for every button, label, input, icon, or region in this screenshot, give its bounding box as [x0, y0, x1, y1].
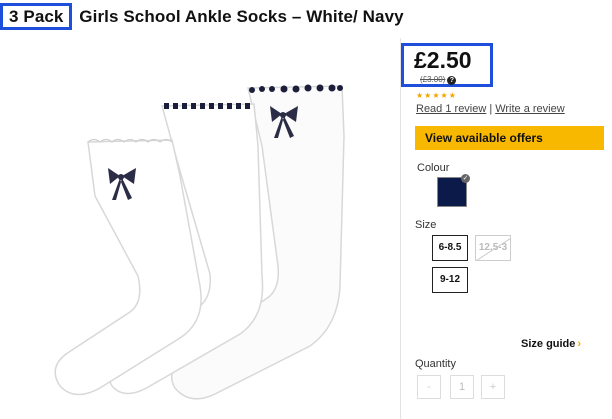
quantity-decrease-button[interactable]: -: [417, 375, 441, 399]
navy-colour-swatch[interactable]: ✓: [437, 174, 470, 207]
was-price: (£3.00)?: [420, 75, 457, 85]
current-price: £2.50: [414, 47, 472, 73]
chevron-right-icon: ›: [577, 338, 582, 350]
size-label: Size: [415, 219, 437, 231]
quantity-input[interactable]: 1: [450, 375, 474, 399]
view-offers-button[interactable]: View available offers: [415, 126, 604, 150]
write-review-link[interactable]: Write a review: [495, 103, 564, 115]
review-links: Read 1 review | Write a review: [416, 103, 565, 115]
was-price-value: (£3.00): [420, 75, 446, 84]
size-option-6-8-5[interactable]: 6-8.5: [432, 235, 468, 261]
pack-label: 3 Pack: [0, 3, 73, 30]
info-icon[interactable]: ?: [447, 76, 457, 85]
quantity-label: Quantity: [415, 358, 456, 370]
size-guide-label: Size guide: [521, 338, 576, 350]
check-icon: ✓: [461, 174, 470, 183]
review-separator: |: [489, 103, 493, 115]
product-title-text: Girls School Ankle Socks – White/ Navy: [74, 7, 404, 26]
size-option-9-12[interactable]: 9-12: [432, 267, 468, 293]
product-panel: £2.50 (£3.00)? ★★★★★ Read 1 review | Write…: [400, 38, 612, 419]
colour-label: Colour: [417, 162, 450, 174]
size-guide-link[interactable]: Size guide ›: [521, 338, 581, 350]
product-title: 3 Pack Girls School Ankle Socks – White/…: [0, 3, 404, 30]
size-option-12-5-3-unavailable: 12.5-3: [475, 235, 511, 261]
read-reviews-link[interactable]: Read 1 review: [416, 103, 486, 115]
rating-stars: ★★★★★: [416, 91, 457, 100]
product-image: [54, 84, 345, 400]
quantity-increase-button[interactable]: +: [481, 375, 505, 399]
price-box: £2.50 (£3.00)?: [401, 43, 493, 87]
